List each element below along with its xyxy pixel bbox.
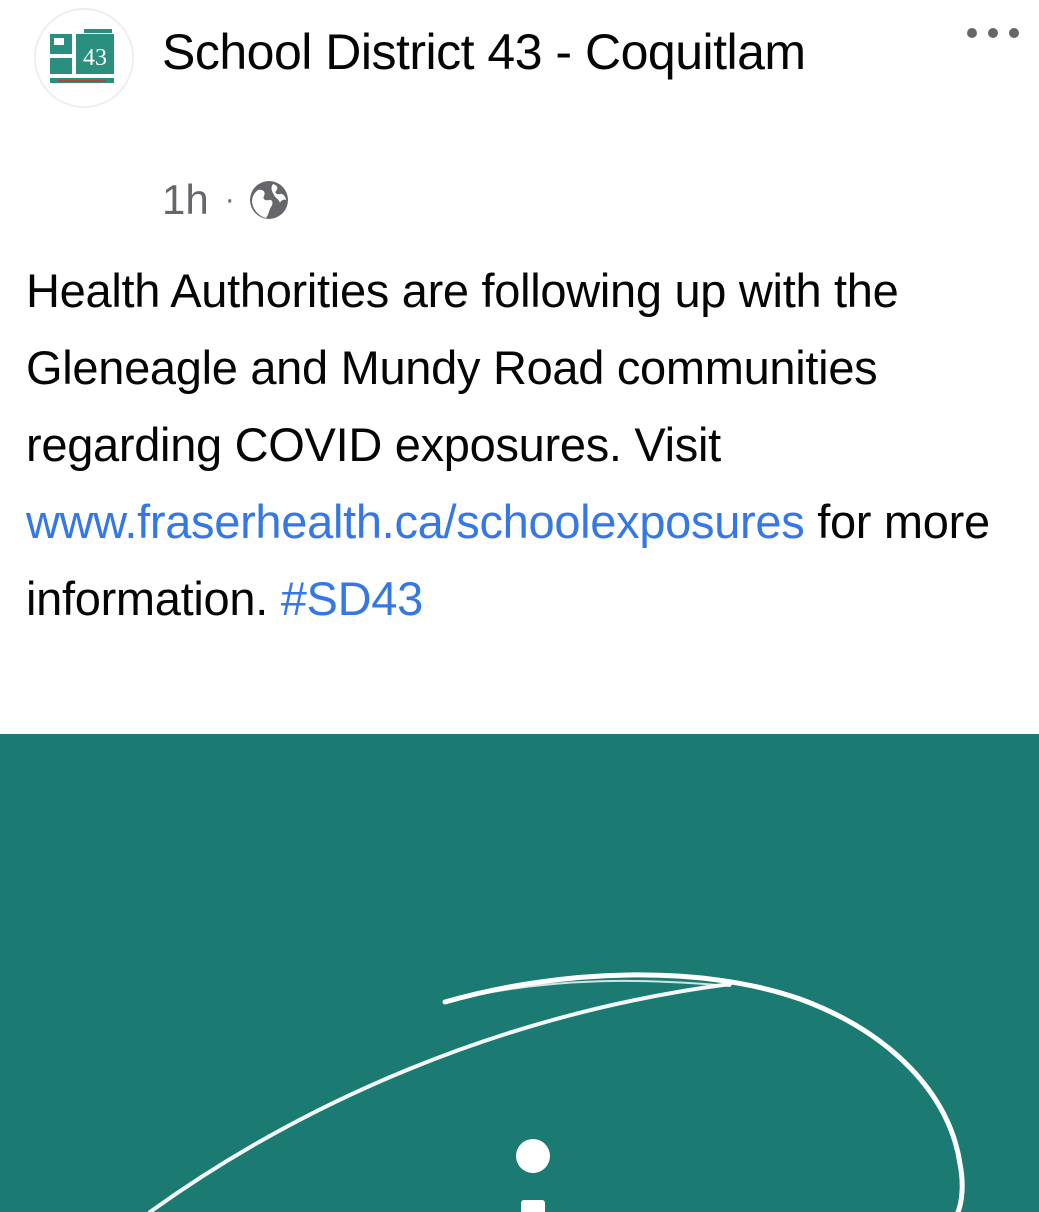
sd43-logo-icon: 43 [36,10,132,106]
post-text-1: Health Authorities are following up with… [26,264,899,471]
more-dot [988,28,998,38]
page-name-link[interactable]: School District 43 - Coquitlam [162,14,882,90]
more-dot [967,28,977,38]
more-dot [1009,28,1019,38]
post-body: Health Authorities are following up with… [26,252,1016,637]
page-avatar[interactable]: 43 [34,8,134,108]
info-icon [148,972,965,1212]
hashtag-link[interactable]: #SD43 [281,572,424,625]
meta-separator: · [224,183,235,216]
post-meta: 1h · [162,172,289,228]
post-image[interactable] [0,734,1039,1212]
svg-text:43: 43 [83,45,107,71]
post-timestamp[interactable]: 1h [162,176,209,224]
fraserhealth-link[interactable]: www.fraserhealth.ca/schoolexposures [26,495,805,548]
post-header: 43 School District 43 - Coquitlam 1h · [0,0,1039,235]
more-options-icon[interactable] [967,18,1019,48]
facebook-post: 43 School District 43 - Coquitlam 1h · H… [0,0,1039,1212]
globe-icon[interactable] [249,180,289,220]
